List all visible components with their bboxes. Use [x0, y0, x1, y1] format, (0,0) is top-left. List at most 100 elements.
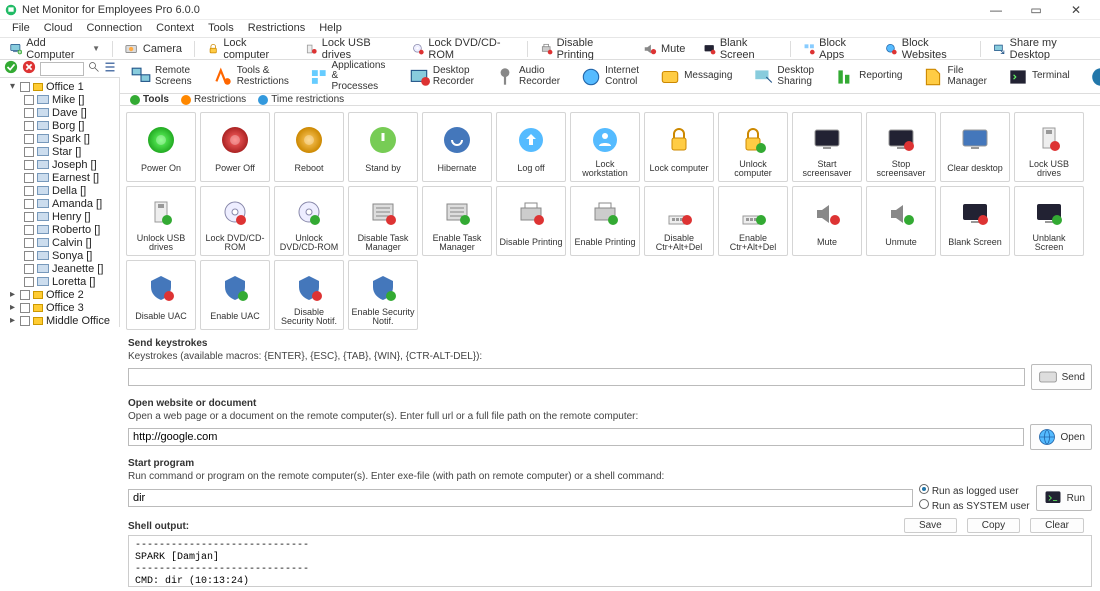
- action-card[interactable]: Disable UAC: [126, 260, 196, 330]
- tree-item[interactable]: Calvin []: [4, 236, 119, 249]
- menu-file[interactable]: File: [6, 21, 36, 36]
- lock-dvd-button[interactable]: Lock DVD/CD-ROM: [406, 36, 521, 62]
- tree-item[interactable]: Spark []: [4, 132, 119, 145]
- module-button[interactable]: iSystemInfo: [1084, 64, 1100, 90]
- action-card[interactable]: Hibernate: [422, 112, 492, 182]
- action-card[interactable]: Unlock DVD/CD-ROM: [274, 186, 344, 256]
- tree-item[interactable]: Borg []: [4, 119, 119, 132]
- tree-item[interactable]: Earnest []: [4, 171, 119, 184]
- module-button[interactable]: Applications &Processes: [303, 60, 394, 94]
- tree-item[interactable]: Joseph []: [4, 158, 119, 171]
- tree-item[interactable]: Amanda []: [4, 197, 119, 210]
- menu-tools[interactable]: Tools: [202, 21, 240, 36]
- tree-item[interactable]: Dave []: [4, 106, 119, 119]
- tree-group[interactable]: ▸Office 2: [4, 288, 119, 301]
- action-card[interactable]: Stand by: [348, 112, 418, 182]
- tree-item[interactable]: Della []: [4, 184, 119, 197]
- action-card[interactable]: Enable Printing: [570, 186, 640, 256]
- tab-tools[interactable]: Tools: [130, 94, 169, 105]
- tree-item[interactable]: Mike []: [4, 93, 119, 106]
- shell-output[interactable]: ----------------------------- SPARK [Dam…: [128, 535, 1092, 587]
- tab-time-restrictions[interactable]: Time restrictions: [258, 94, 344, 105]
- action-card[interactable]: Unmute: [866, 186, 936, 256]
- save-button[interactable]: Save: [904, 518, 957, 533]
- tree-item[interactable]: Loretta []: [4, 275, 119, 288]
- run-button[interactable]: Run: [1036, 485, 1092, 511]
- action-card[interactable]: Blank Screen: [940, 186, 1010, 256]
- run-system-user-radio[interactable]: Run as SYSTEM user: [919, 499, 1030, 512]
- tree-group[interactable]: ▾Office 1: [4, 80, 119, 93]
- camera-button[interactable]: Camera: [119, 41, 188, 57]
- menu-context[interactable]: Context: [150, 21, 200, 36]
- action-card[interactable]: Enable UAC: [200, 260, 270, 330]
- action-card[interactable]: Lock DVD/CD-ROM: [200, 186, 270, 256]
- menu-connection[interactable]: Connection: [80, 21, 148, 36]
- send-button[interactable]: Send: [1031, 364, 1092, 390]
- tree-item[interactable]: Star []: [4, 145, 119, 158]
- module-button[interactable]: Reporting: [828, 64, 908, 90]
- action-card[interactable]: Unlock USB drives: [126, 186, 196, 256]
- run-logged-user-radio[interactable]: Run as logged user: [919, 484, 1030, 497]
- action-card[interactable]: Lock computer: [644, 112, 714, 182]
- tree-item[interactable]: Jeanette []: [4, 262, 119, 275]
- action-card[interactable]: Unblank Screen: [1014, 186, 1084, 256]
- action-card[interactable]: Clear desktop: [940, 112, 1010, 182]
- minimize-button[interactable]: —: [982, 3, 1010, 17]
- module-button[interactable]: FileManager: [916, 64, 992, 90]
- action-card[interactable]: Unlock computer: [718, 112, 788, 182]
- check-all-icon[interactable]: [4, 60, 18, 77]
- command-input[interactable]: [128, 489, 913, 507]
- action-card[interactable]: Power Off: [200, 112, 270, 182]
- tree-group[interactable]: ▸Middle Office: [4, 314, 119, 327]
- lock-usb-button[interactable]: Lock USB drives: [299, 36, 400, 62]
- mute-button[interactable]: Mute: [637, 41, 691, 57]
- clear-button[interactable]: Clear: [1030, 518, 1084, 533]
- maximize-button[interactable]: ▭: [1022, 3, 1050, 17]
- action-card[interactable]: Enable Task Manager: [422, 186, 492, 256]
- search-icon[interactable]: [88, 61, 100, 76]
- tree-search-input[interactable]: [40, 62, 84, 76]
- action-card[interactable]: Lock USB drives: [1014, 112, 1084, 182]
- action-card[interactable]: Disable Task Manager: [348, 186, 418, 256]
- module-button[interactable]: AudioRecorder: [488, 64, 566, 90]
- blank-screen-button[interactable]: Blank Screen: [697, 36, 783, 62]
- tree-group[interactable]: ▸Office 3: [4, 301, 119, 314]
- keystrokes-input[interactable]: [128, 368, 1025, 386]
- action-card[interactable]: Lock workstation: [570, 112, 640, 182]
- action-card[interactable]: Disable Printing: [496, 186, 566, 256]
- action-card[interactable]: Enable Security Notif.: [348, 260, 418, 330]
- action-card[interactable]: Reboot: [274, 112, 344, 182]
- add-computer-button[interactable]: Add Computer ▼: [4, 36, 106, 62]
- action-card[interactable]: Start screensaver: [792, 112, 862, 182]
- module-button[interactable]: Terminal: [1001, 64, 1076, 90]
- share-desktop-button[interactable]: Share my Desktop: [987, 36, 1096, 62]
- module-button[interactable]: RemoteScreens: [124, 64, 198, 90]
- uncheck-all-icon[interactable]: [22, 60, 36, 77]
- action-card[interactable]: Power On: [126, 112, 196, 182]
- list-icon[interactable]: [104, 61, 116, 76]
- disable-printing-button[interactable]: Disable Printing: [534, 36, 631, 62]
- copy-button[interactable]: Copy: [967, 518, 1020, 533]
- action-card[interactable]: Stop screensaver: [866, 112, 936, 182]
- module-button[interactable]: DesktopRecorder: [402, 64, 480, 90]
- tab-restrictions[interactable]: Restrictions: [181, 94, 246, 105]
- block-apps-button[interactable]: Block Apps: [797, 36, 874, 62]
- action-card[interactable]: Disable Ctr+Alt+Del: [644, 186, 714, 256]
- menu-cloud[interactable]: Cloud: [38, 21, 79, 36]
- action-card[interactable]: Log off: [496, 112, 566, 182]
- module-button[interactable]: DesktopSharing: [746, 64, 820, 90]
- module-button[interactable]: Tools &Restrictions: [206, 64, 295, 90]
- module-button[interactable]: Messaging: [653, 64, 738, 90]
- action-card[interactable]: Disable Security Notif.: [274, 260, 344, 330]
- action-card[interactable]: Mute: [792, 186, 862, 256]
- close-button[interactable]: ✕: [1062, 3, 1090, 17]
- menu-help[interactable]: Help: [313, 21, 348, 36]
- lock-computer-button[interactable]: Lock computer: [201, 36, 293, 62]
- tree-item[interactable]: Sonya []: [4, 249, 119, 262]
- tree-item[interactable]: Henry []: [4, 210, 119, 223]
- tree-item[interactable]: Roberto []: [4, 223, 119, 236]
- module-button[interactable]: InternetControl: [574, 64, 645, 90]
- open-button[interactable]: Open: [1030, 424, 1092, 450]
- url-input[interactable]: [128, 428, 1024, 446]
- block-websites-button[interactable]: Block Websites: [879, 36, 974, 62]
